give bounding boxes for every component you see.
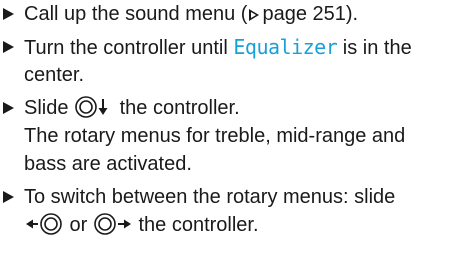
step-3-line-3: bass are activated. (24, 153, 192, 175)
page-reference-triangle-icon (249, 9, 260, 21)
triangle-bullet-icon (3, 41, 14, 53)
instruction-step-1: Call up the sound menu (page 251). (0, 0, 462, 28)
step-3-line-2: The rotary menus for treble, mid-range a… (24, 125, 406, 147)
controller-slide-left-icon (24, 212, 64, 244)
step-3-line-1: Slide the controller. (24, 94, 462, 122)
instruction-step-2: Turn the controller until Equalizer is i… (0, 33, 462, 89)
step-3-text: Slide the controller. The rotary menus f… (24, 94, 462, 178)
triangle-bullet-icon (3, 102, 14, 114)
instruction-list: Call up the sound menu (page 251). Turn … (0, 0, 462, 253)
instruction-step-4: To switch between the rotary menus: slid… (0, 183, 462, 239)
triangle-bullet-icon (3, 8, 14, 20)
step-2-line-1: Turn the controller until Equalizer is i… (24, 35, 412, 59)
step-4-text: To switch between the rotary menus: slid… (24, 183, 462, 239)
step-1-text: Call up the sound menu (page 251). (24, 0, 462, 28)
display-text-equalizer: Equalizer (233, 35, 338, 59)
step-4-line-2: or the controller. (24, 211, 462, 239)
triangle-bullet-icon (3, 191, 14, 203)
step-2-text: Turn the controller until Equalizer is i… (24, 33, 462, 89)
instruction-step-3: Slide the controller. The rotary menus f… (0, 94, 462, 178)
step-2-line-2: center. (24, 64, 85, 86)
controller-slide-right-icon (93, 212, 133, 244)
page-reference: page 251 (262, 3, 346, 25)
step-4-line-1: To switch between the rotary menus: slid… (24, 186, 396, 208)
step-1-line-1: Call up the sound menu (page 251). (24, 3, 359, 25)
